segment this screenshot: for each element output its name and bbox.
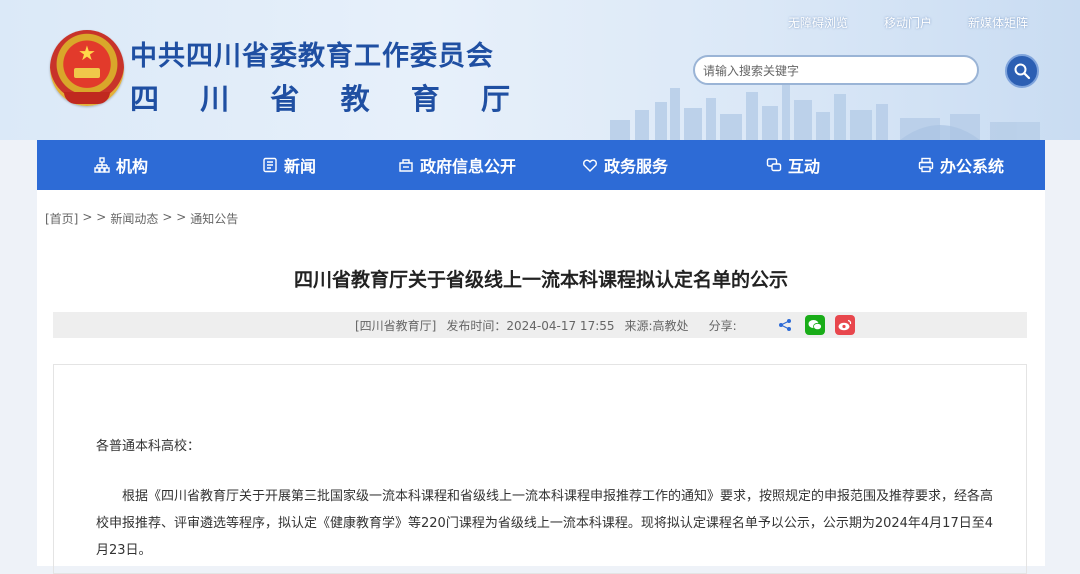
article-publish-time: 发布时间：2024-04-17 17:55 — [446, 318, 615, 333]
new-media-link[interactable]: 新媒体矩阵 — [968, 14, 1028, 31]
star-icon: ★ — [78, 41, 96, 65]
tiananmen-gate-icon — [74, 68, 100, 78]
accessibility-link[interactable]: 无障碍浏览 — [788, 14, 848, 31]
site-title-char: 育 — [410, 82, 440, 116]
site-title-char: 教 — [340, 82, 370, 116]
nav-item-info-open[interactable]: 政府信息公开 — [373, 140, 541, 190]
nav-item-news[interactable]: 新闻 — [205, 140, 373, 190]
news-icon — [263, 157, 277, 173]
info-open-icon — [399, 159, 413, 172]
wechat-share-icon[interactable] — [804, 315, 825, 335]
site-title-department[interactable]: 四 川 省 教 育 厅 — [130, 76, 510, 118]
nav-label: 办公系统 — [939, 157, 1004, 176]
nav-item-org[interactable]: 机构 — [37, 140, 205, 190]
top-links: 无障碍浏览 移动门户 新媒体矩阵 — [788, 14, 1028, 31]
main-content: [首页] > > 新闻动态 > > 通知公告 四川省教育厅关于省级线上一流本科课… — [37, 190, 1045, 574]
nav-label: 政府信息公开 — [419, 157, 516, 176]
breadcrumb-separator: > > — [82, 210, 107, 224]
site-title-committee[interactable]: 中共四川省委教育工作委员会 — [130, 34, 494, 73]
breadcrumb-home[interactable]: [首页] — [45, 210, 78, 227]
article-origin: 来源:高教处 — [624, 318, 689, 333]
mobile-portal-link[interactable]: 移动门户 — [884, 14, 932, 31]
nav-item-interact[interactable]: 互动 — [709, 140, 877, 190]
nav-label: 政务服务 — [603, 157, 668, 176]
org-icon — [94, 157, 110, 173]
weibo-share-icon[interactable] — [834, 315, 855, 335]
article-body: 各普通本科高校： 根据《四川省教育厅关于开展第三批国家级一流本科课程和省级线上一… — [53, 364, 1027, 574]
article-paragraph: 根据《四川省教育厅关于开展第三批国家级一流本科课程和省级线上一流本科课程申报推荐… — [96, 489, 994, 558]
nav-label: 互动 — [787, 157, 820, 176]
article-source: [四川省教育厅] — [355, 318, 437, 333]
main-nav: 机构 新闻 政府信息公开 政务服务 互动 办公系统 — [37, 140, 1045, 190]
city-skyline-illustration — [610, 84, 1040, 140]
interact-icon — [766, 158, 782, 172]
breadcrumb-separator: > > — [162, 210, 187, 224]
search-input[interactable]: 请输入搜索关键字 — [693, 55, 979, 85]
search-button[interactable] — [1005, 54, 1039, 88]
ribbon-icon — [64, 92, 110, 104]
site-header: ★ 中共四川省委教育工作委员会 四 川 省 教 育 厅 无障碍浏览 移动门户 新… — [0, 0, 1080, 140]
nav-item-office[interactable]: 办公系统 — [877, 140, 1045, 190]
share-label: 分享: — [708, 318, 737, 333]
nav-label: 新闻 — [283, 157, 316, 176]
article-meta-bar: [四川省教育厅] 发布时间：2024-04-17 17:55 来源:高教处 分享… — [53, 312, 1027, 338]
nav-label: 机构 — [115, 157, 148, 176]
breadcrumb-news[interactable]: 新闻动态 — [110, 210, 158, 227]
article-title: 四川省教育厅关于省级线上一流本科课程拟认定名单的公示 — [293, 269, 788, 291]
search-icon — [1014, 63, 1031, 80]
article-salutation: 各普通本科高校： — [96, 439, 201, 454]
share-icon[interactable] — [777, 317, 793, 333]
breadcrumb-notices[interactable]: 通知公告 — [190, 210, 238, 227]
office-icon — [918, 157, 934, 173]
site-title-char: 四 — [130, 82, 160, 116]
service-icon — [583, 159, 597, 172]
site-title-char: 厅 — [480, 82, 510, 116]
nav-item-service[interactable]: 政务服务 — [541, 140, 709, 190]
site-title-char: 省 — [270, 82, 300, 116]
site-title-char: 川 — [200, 82, 230, 116]
breadcrumb: [首页] > > 新闻动态 > > 通知公告 — [45, 210, 238, 227]
national-emblem-logo[interactable]: ★ — [50, 30, 124, 106]
